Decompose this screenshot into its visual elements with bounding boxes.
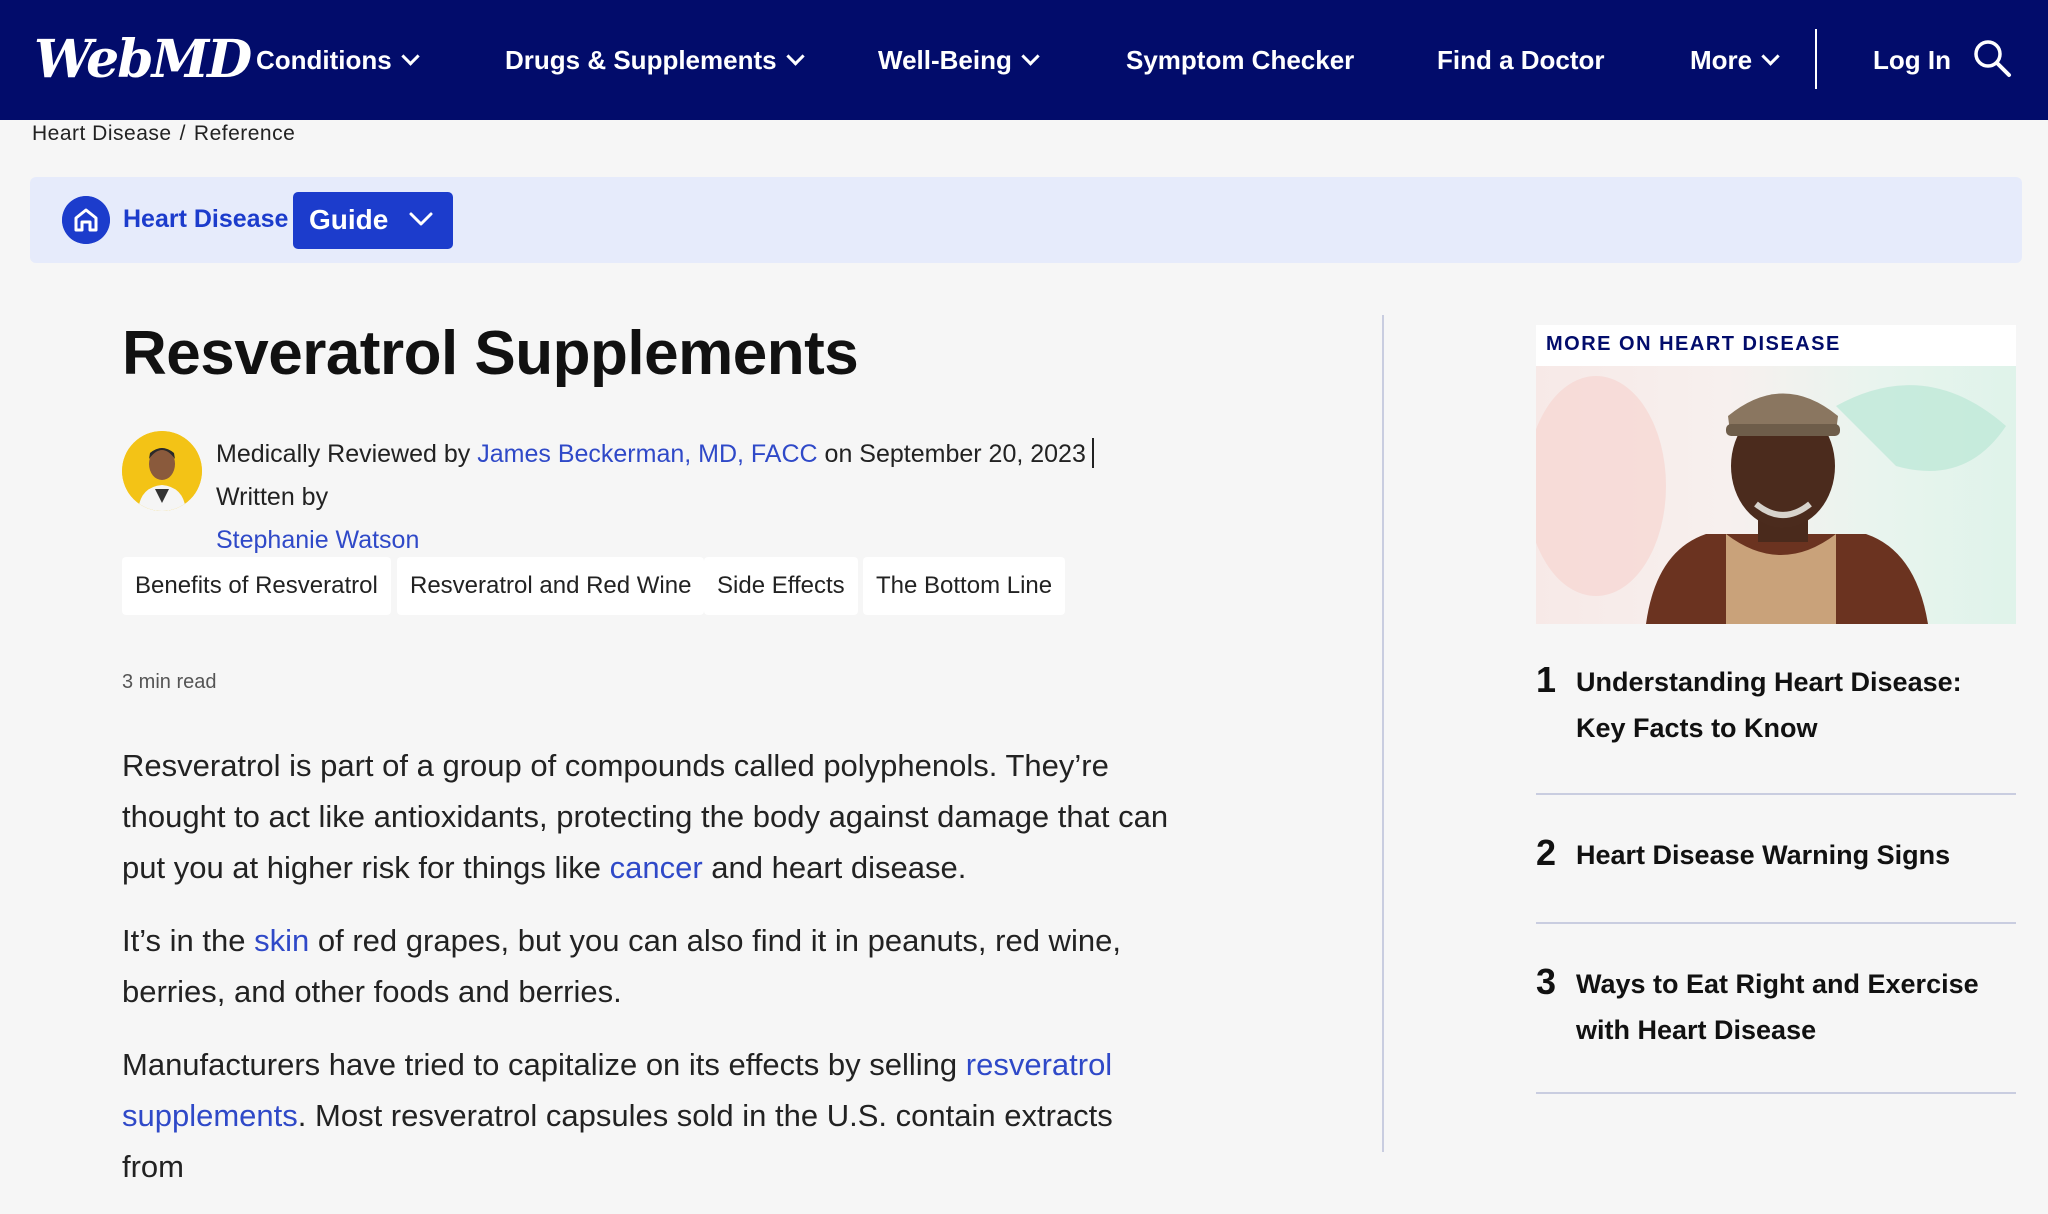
- paragraph: It’s in the skin of red grapes, but you …: [122, 915, 1182, 1017]
- nav-conditions[interactable]: Conditions: [256, 40, 420, 80]
- list-number: 2: [1536, 832, 1557, 873]
- sidebar-link[interactable]: Ways to Eat Right and Exercise with Hear…: [1576, 961, 2016, 1053]
- chevron-down-icon: [785, 47, 805, 66]
- nav-drugs-supplements[interactable]: Drugs & Supplements: [505, 40, 805, 80]
- column-divider: [1382, 315, 1384, 1152]
- sidebar-heading: MORE ON HEART DISEASE: [1536, 325, 2016, 366]
- breadcrumb-separator: /: [179, 122, 186, 145]
- nav-symptom-checker[interactable]: Symptom Checker: [1126, 40, 1354, 80]
- list-number: 1: [1536, 659, 1557, 700]
- chip-red-wine[interactable]: Resveratrol and Red Wine: [397, 557, 705, 615]
- author-link[interactable]: Stephanie Watson: [216, 526, 419, 554]
- nav-symptom-checker-label: Symptom Checker: [1126, 45, 1355, 75]
- reviewer-link[interactable]: James Beckerman, MD, FACC: [477, 440, 817, 468]
- review-date: on September 20, 2023: [824, 440, 1086, 468]
- chip-benefits[interactable]: Benefits of Resveratrol: [122, 557, 391, 615]
- avatar-portrait: [122, 431, 202, 511]
- breadcrumb-item-reference[interactable]: Reference: [194, 122, 295, 146]
- paragraph: Resveratrol is part of a group of compou…: [122, 740, 1182, 893]
- search-icon[interactable]: [1972, 38, 2012, 78]
- guide-dropdown-label: Guide: [309, 204, 389, 235]
- chip-bottom-line[interactable]: The Bottom Line: [863, 557, 1066, 615]
- divider: [1536, 1092, 2016, 1094]
- sidebar-heading-label: MORE ON HEART DISEASE: [1546, 333, 1841, 355]
- byline: Medically Reviewed by James Beckerman, M…: [216, 432, 1176, 562]
- nav-drugs-supplements-label: Drugs & Supplements: [505, 45, 777, 75]
- breadcrumb: Heart Disease / Reference: [32, 122, 295, 146]
- chip-side-effects[interactable]: Side Effects: [704, 557, 858, 615]
- man-portrait-image: [1536, 376, 2006, 624]
- guide-topic-link[interactable]: Heart Disease: [123, 202, 288, 236]
- login-link[interactable]: Log In: [1873, 40, 1951, 80]
- article-body: Resveratrol is part of a group of compou…: [122, 740, 1182, 1214]
- cancer-link[interactable]: cancer: [610, 850, 703, 885]
- chevron-down-icon: [1021, 47, 1040, 66]
- read-time: 3 min read: [122, 671, 217, 693]
- chevron-down-icon: [1761, 47, 1780, 66]
- paragraph-text: Manufacturers have tried to capitalize o…: [122, 1047, 966, 1082]
- paragraph-text: It’s in the: [122, 923, 255, 958]
- top-navigation: WebMD Conditions Drugs & Supplements Wel…: [0, 0, 2048, 120]
- divider: [1536, 793, 2016, 795]
- list-number: 3: [1536, 961, 1557, 1002]
- paragraph-text: and heart disease.: [702, 850, 967, 885]
- written-by-prefix: Written by: [216, 483, 329, 511]
- reviewer-avatar: [122, 431, 202, 511]
- nav-well-being-label: Well-Being: [878, 45, 1012, 75]
- login-label: Log In: [1873, 45, 1951, 75]
- nav-find-a-doctor-label: Find a Doctor: [1437, 45, 1605, 75]
- paragraph: Manufacturers have tried to capitalize o…: [122, 1039, 1182, 1192]
- byline-divider: [1091, 438, 1094, 468]
- nav-conditions-label: Conditions: [256, 45, 392, 75]
- nav-more-label: More: [1690, 45, 1753, 75]
- chevron-down-icon: [409, 212, 433, 226]
- sidebar-image[interactable]: [1536, 366, 2016, 624]
- reviewed-by-prefix: Medically Reviewed by: [216, 440, 471, 468]
- nav-find-a-doctor[interactable]: Find a Doctor: [1437, 40, 1605, 80]
- nav-more[interactable]: More: [1690, 40, 1780, 80]
- page-title: Resveratrol Supplements: [122, 319, 859, 388]
- home-icon[interactable]: [62, 196, 110, 244]
- nav-divider: [1815, 29, 1817, 89]
- sidebar-link[interactable]: Heart Disease Warning Signs: [1576, 832, 2016, 878]
- divider: [1536, 922, 2016, 924]
- webmd-logo[interactable]: WebMD: [34, 30, 252, 90]
- nav-well-being[interactable]: Well-Being: [878, 40, 1040, 80]
- skin-link[interactable]: skin: [254, 923, 309, 958]
- chevron-down-icon: [401, 47, 420, 66]
- breadcrumb-item-heart-disease[interactable]: Heart Disease: [32, 122, 172, 146]
- sidebar-link[interactable]: Understanding Heart Disease: Key Facts t…: [1576, 659, 2016, 751]
